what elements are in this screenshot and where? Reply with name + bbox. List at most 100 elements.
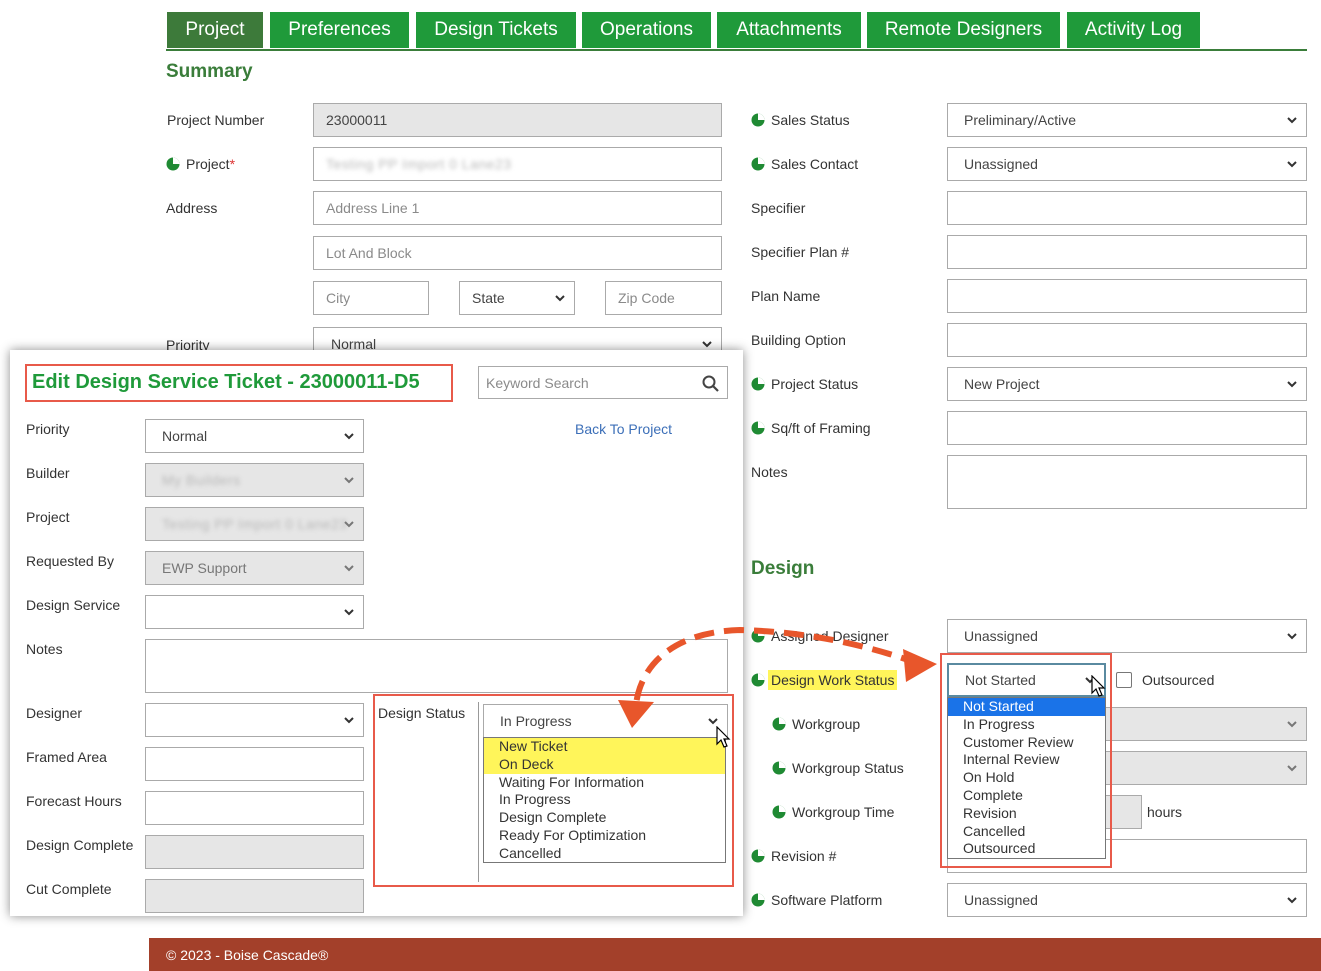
chevron-down-icon (344, 477, 354, 484)
assigned-designer-label: Assigned Designer (771, 628, 889, 644)
assigned-designer-select[interactable]: Unassigned (947, 619, 1307, 653)
chevron-down-icon (344, 609, 354, 616)
tab-preferences[interactable]: Preferences (270, 12, 409, 48)
tab-attachments[interactable]: Attachments (717, 12, 861, 48)
pie-icon (772, 717, 786, 731)
pie-icon (751, 377, 765, 391)
keyword-search-input[interactable]: Keyword Search (478, 366, 728, 399)
chevron-down-icon (1287, 161, 1297, 168)
sales-status-select[interactable]: Preliminary/Active (947, 103, 1307, 137)
modal-priority-select[interactable]: Normal (145, 419, 364, 453)
outsourced-checkbox[interactable] (1116, 672, 1132, 688)
workgroup-time-label: Workgroup Time (792, 804, 895, 820)
dropdown-option[interactable]: Waiting For Information (484, 774, 725, 792)
chevron-down-icon (555, 295, 565, 302)
plan-name-label: Plan Name (751, 288, 821, 304)
chevron-down-icon (1287, 117, 1297, 124)
forecast-hours-label: Forecast Hours (26, 793, 122, 809)
forecast-hours-input[interactable] (145, 791, 364, 825)
dropdown-option[interactable]: Cancelled (484, 845, 725, 863)
requested-by-select: EWP Support (145, 551, 364, 585)
dropdown-option[interactable]: New Ticket (484, 738, 725, 756)
design-complete-input (145, 835, 364, 869)
plan-name-input[interactable] (947, 279, 1307, 313)
footer: © 2023 - Boise Cascade® (149, 938, 1321, 971)
specifier-plan-label: Specifier Plan # (751, 244, 850, 260)
sqft-input[interactable] (947, 411, 1307, 445)
design-status-dropdown[interactable]: New Ticket On Deck Waiting For Informati… (483, 737, 726, 863)
designer-select[interactable] (145, 703, 364, 737)
software-platform-select[interactable]: Unassigned (947, 883, 1307, 917)
framed-area-input[interactable] (145, 747, 364, 781)
notes-label: Notes (751, 464, 788, 480)
divider (478, 702, 479, 882)
dropdown-option[interactable]: On Deck (484, 755, 725, 774)
sales-contact-label: Sales Contact (771, 156, 859, 172)
requested-by-label: Requested By (26, 553, 114, 569)
state-select[interactable]: State (459, 281, 575, 315)
pie-icon (751, 113, 765, 127)
lot-block-input[interactable]: Lot And Block (313, 236, 722, 270)
pie-icon (751, 849, 765, 863)
tab-operations[interactable]: Operations (582, 12, 711, 48)
project-name-field[interactable]: Testing PP Import 0 Lane23 (313, 147, 722, 181)
back-to-project-link[interactable]: Back To Project (575, 421, 672, 437)
specifier-plan-input[interactable] (947, 235, 1307, 269)
chevron-down-icon (344, 717, 354, 724)
tab-remote-designers[interactable]: Remote Designers (867, 12, 1060, 48)
design-service-select[interactable] (145, 595, 364, 629)
chevron-down-icon (1287, 897, 1297, 904)
pie-icon (751, 629, 765, 643)
pie-icon (751, 421, 765, 435)
address-line1-input[interactable]: Address Line 1 (313, 191, 722, 225)
notes-textarea[interactable] (947, 455, 1307, 509)
chevron-down-icon (1287, 633, 1297, 640)
building-option-input[interactable] (947, 323, 1307, 357)
modal-notes-label: Notes (26, 641, 63, 657)
zip-input[interactable]: Zip Code (605, 281, 722, 315)
cut-complete-label: Cut Complete (26, 881, 112, 897)
annotation-box (940, 653, 1112, 868)
cut-complete-input (145, 879, 364, 913)
cursor-icon (716, 726, 731, 748)
dropdown-option[interactable]: In Progress (484, 791, 725, 809)
sales-contact-select[interactable]: Unassigned (947, 147, 1307, 181)
building-option-label: Building Option (751, 332, 846, 348)
outsourced-label: Outsourced (1142, 672, 1215, 688)
design-complete-label: Design Complete (26, 837, 134, 853)
specifier-input[interactable] (947, 191, 1307, 225)
tab-activity-log[interactable]: Activity Log (1067, 12, 1200, 48)
chevron-down-icon (344, 521, 354, 528)
pie-icon (751, 157, 765, 171)
sqft-label: Sq/ft of Framing (771, 420, 871, 436)
workgroup-label: Workgroup (792, 716, 861, 732)
design-status-select[interactable]: In Progress (483, 704, 728, 738)
project-status-select[interactable]: New Project (947, 367, 1307, 401)
pie-icon (772, 761, 786, 775)
tab-design-tickets[interactable]: Design Tickets (416, 12, 576, 48)
tab-project[interactable]: Project (167, 12, 263, 48)
workgroup-status-label: Workgroup Status (792, 760, 904, 776)
pie-icon (166, 157, 180, 171)
cursor-icon (1091, 675, 1106, 697)
chevron-down-icon (344, 565, 354, 572)
chevron-down-icon (1287, 721, 1297, 728)
revision-label: Revision # (771, 848, 837, 864)
chevron-down-icon (702, 341, 712, 348)
modal-title: Edit Design Service Ticket - 23000011-D5 (32, 371, 420, 393)
builder-label: Builder (26, 465, 70, 481)
dropdown-option[interactable]: Ready For Optimization (484, 827, 725, 845)
chevron-down-icon (1287, 765, 1297, 772)
pie-icon (751, 673, 765, 687)
designer-label: Designer (26, 705, 83, 721)
search-icon[interactable] (702, 375, 719, 392)
design-work-status-label: Design Work Status (768, 670, 898, 690)
modal-project-select: Testing PP Import 0 Lane23 (145, 507, 364, 541)
project-number-field: 23000011 (313, 103, 722, 137)
dropdown-option[interactable]: Design Complete (484, 809, 725, 827)
city-input[interactable]: City (313, 281, 429, 315)
modal-notes-textarea[interactable] (145, 639, 728, 693)
summary-title: Summary (166, 61, 253, 82)
pie-icon (772, 805, 786, 819)
design-service-label: Design Service (26, 597, 121, 613)
